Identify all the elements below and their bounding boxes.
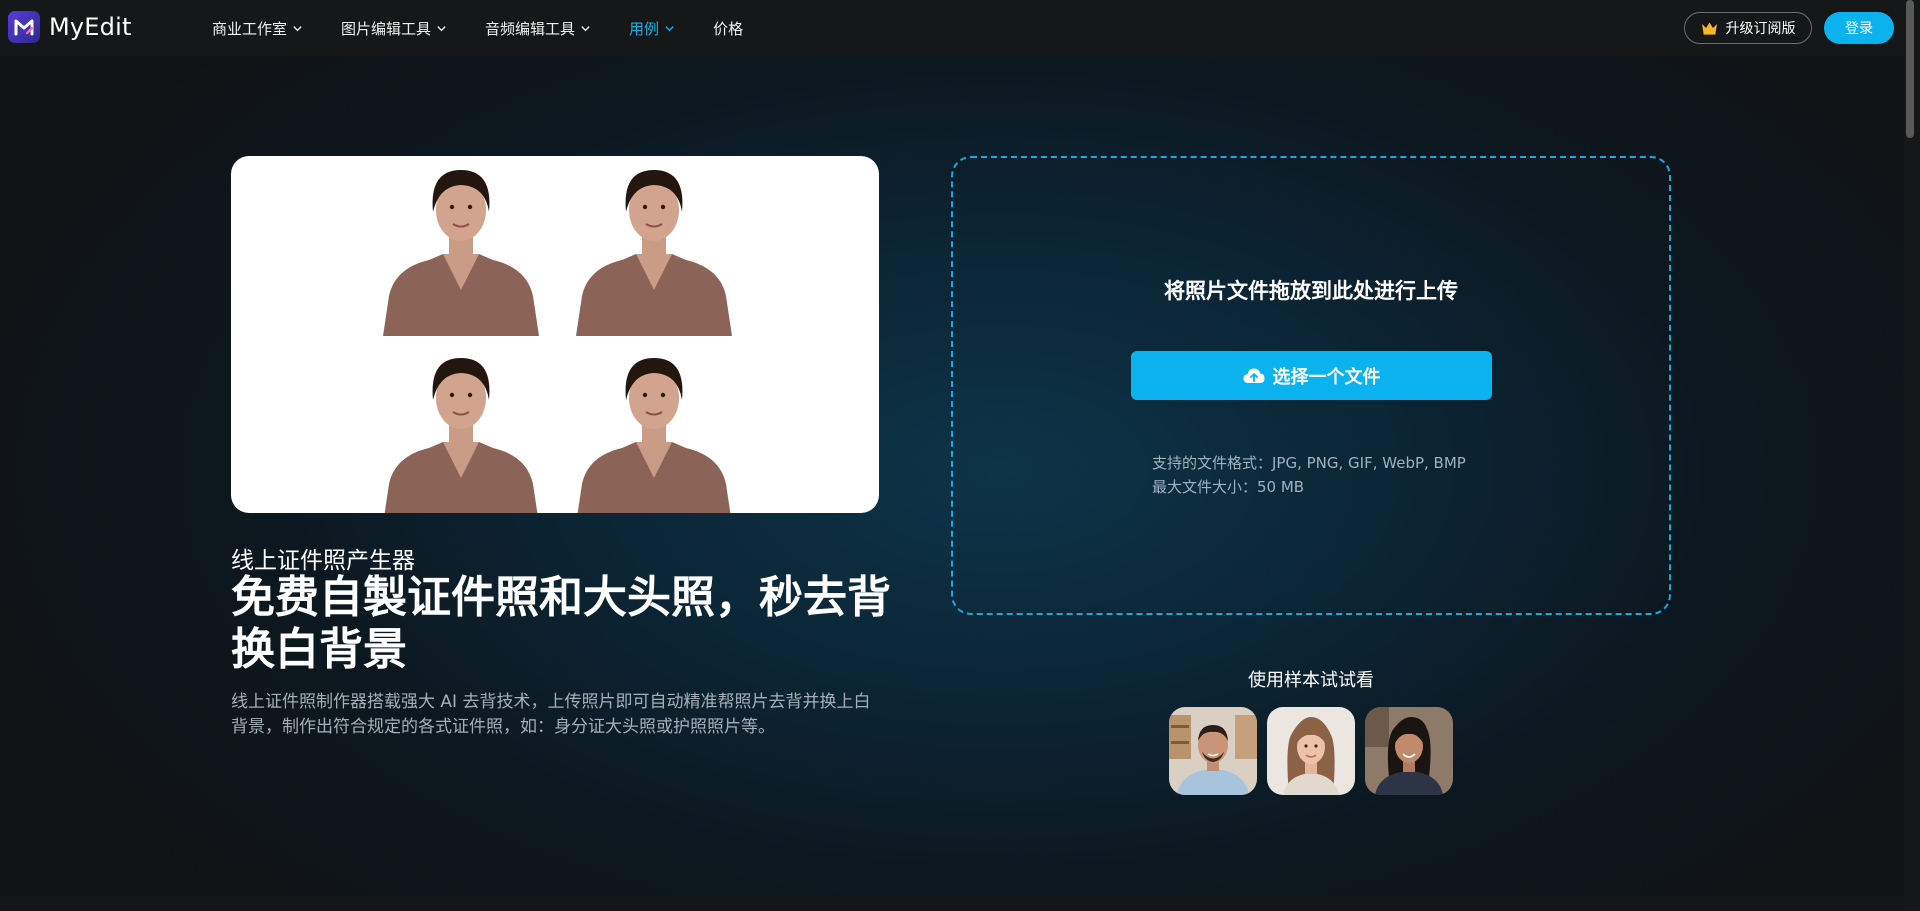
supported-formats-text: 支持的文件格式：JPG, PNG, GIF, WebP, BMP (1152, 454, 1466, 472)
dropzone-title: 将照片文件拖放到此处进行上传 (1164, 279, 1458, 303)
portrait-photo (577, 358, 731, 513)
main-nav: 商业工作室 图片编辑工具 音频编辑工具 用例 价格 (212, 0, 781, 56)
page-headline: 免费自製证件照和大头照，秒去背换白背景 (231, 572, 891, 675)
page-bottom-edge (0, 896, 1904, 911)
logo-text: MyEdit (49, 13, 132, 41)
sample-photos (1169, 707, 1453, 795)
top-navigation-bar: MyEdit 商业工作室 图片编辑工具 音频编辑工具 用例 价格 升级订阅版 登… (0, 0, 1920, 56)
nav-item-business-studio[interactable]: 商业工作室 (212, 18, 303, 39)
sample-photo-woman[interactable] (1365, 707, 1453, 795)
login-button[interactable]: 登录 (1824, 12, 1894, 44)
id-photo-preview-image (231, 156, 879, 513)
scrollbar-thumb[interactable] (1906, 0, 1914, 138)
nav-label: 用例 (629, 19, 660, 38)
chevron-down-icon (437, 25, 446, 31)
portrait-photo (384, 358, 538, 513)
portrait-photo (383, 170, 539, 336)
nav-label: 音频编辑工具 (485, 19, 576, 38)
samples-title: 使用样本试试看 (1248, 670, 1374, 691)
upgrade-label: 升级订阅版 (1725, 21, 1796, 37)
nav-item-audio-tools[interactable]: 音频编辑工具 (485, 18, 591, 39)
max-file-size-text: 最大文件大小：50 MB (1152, 478, 1305, 496)
cloud-upload-icon (1243, 368, 1264, 383)
nav-item-image-tools[interactable]: 图片编辑工具 (341, 18, 447, 39)
file-requirements: 支持的文件格式：JPG, PNG, GIF, WebP, BMP 最大文件大小：… (1152, 451, 1466, 499)
nav-label: 图片编辑工具 (341, 19, 432, 38)
upgrade-button[interactable]: 升级订阅版 (1684, 12, 1812, 44)
choose-file-label: 选择一个文件 (1272, 366, 1381, 388)
page-description: 线上证件照制作器搭载强大 AI 去背技术，上传照片即可自动精准帮照片去背并换上白… (231, 692, 871, 737)
myedit-logo-icon (8, 11, 40, 43)
nav-label: 价格 (713, 19, 744, 38)
nav-item-pricing[interactable]: 价格 (713, 18, 743, 39)
nav-item-use-cases[interactable]: 用例 (629, 18, 675, 39)
upload-dropzone[interactable]: 将照片文件拖放到此处进行上传 选择一个文件 支持的文件格式：JPG, PNG, … (951, 156, 1671, 615)
chevron-down-icon (293, 25, 302, 31)
chevron-down-icon (581, 25, 590, 31)
sample-photo-girl[interactable] (1267, 707, 1355, 795)
page-subtitle: 线上证件照产生器 (231, 548, 415, 574)
logo[interactable]: MyEdit (8, 11, 132, 43)
choose-file-button[interactable]: 选择一个文件 (1131, 351, 1492, 400)
chevron-down-icon (665, 25, 674, 31)
portrait-photo (576, 170, 732, 336)
nav-label: 商业工作室 (212, 19, 288, 38)
crown-icon (1701, 22, 1717, 35)
sample-photo-man[interactable] (1169, 707, 1257, 795)
